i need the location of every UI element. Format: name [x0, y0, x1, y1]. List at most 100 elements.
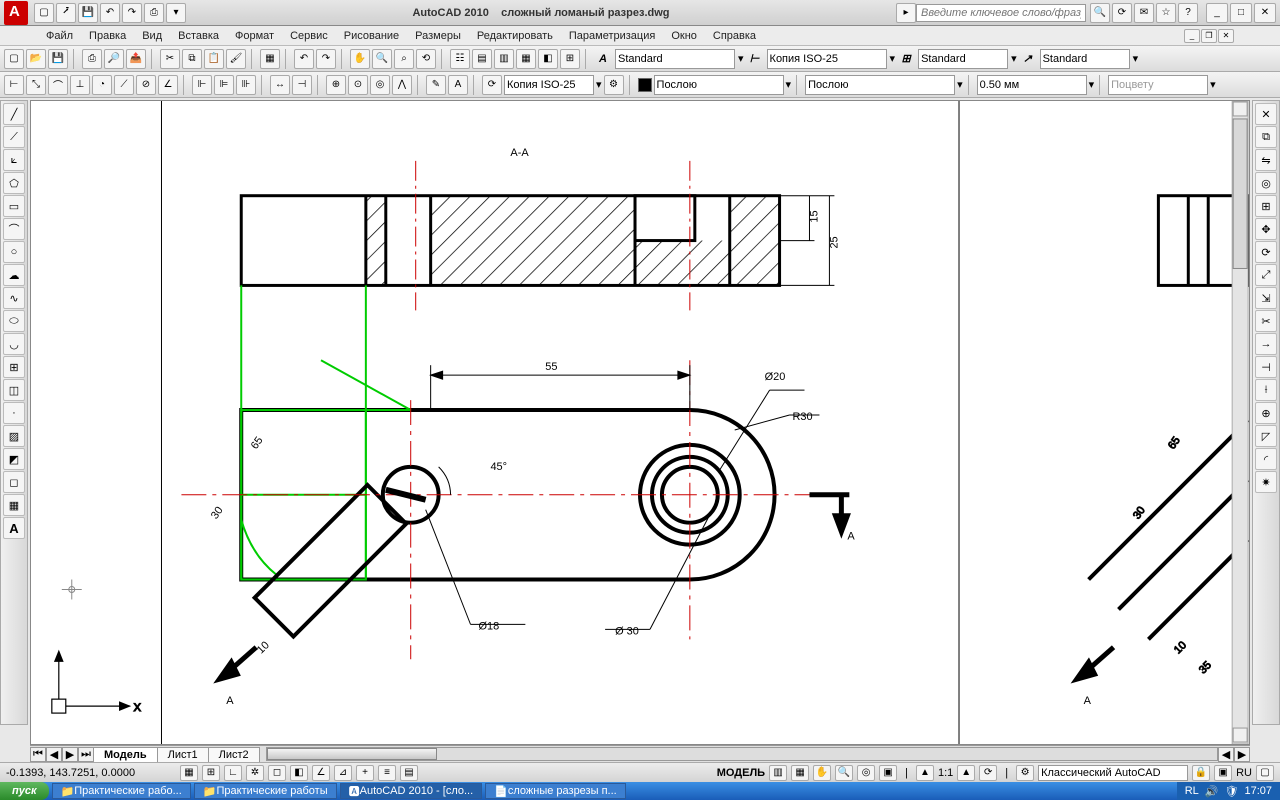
print-icon[interactable]: ⎙: [82, 49, 102, 69]
new-icon[interactable]: ▢: [4, 49, 24, 69]
spline-icon[interactable]: ∿: [3, 287, 25, 309]
layer-dd-icon[interactable]: ▾: [786, 78, 792, 91]
tab-first-icon[interactable]: ⏮: [30, 747, 46, 762]
ws-lock-icon[interactable]: 🔒: [1192, 765, 1210, 781]
offset-icon[interactable]: ◎: [1255, 172, 1277, 194]
dimradius-icon[interactable]: ◔: [92, 75, 112, 95]
qat-new-icon[interactable]: ▢: [34, 3, 54, 23]
preview-icon[interactable]: 🔎: [104, 49, 124, 69]
save-icon[interactable]: 💾: [48, 49, 68, 69]
paste-icon[interactable]: 📋: [204, 49, 224, 69]
menu-window[interactable]: Окно: [671, 30, 697, 42]
toolpalettes-icon[interactable]: ▥: [494, 49, 514, 69]
tray-lang[interactable]: RL: [1185, 785, 1199, 797]
menu-view[interactable]: Вид: [142, 30, 162, 42]
menu-service[interactable]: Сервис: [290, 30, 328, 42]
ellipse-icon[interactable]: ⬭: [3, 310, 25, 332]
qat-print-icon[interactable]: ⎙: [144, 3, 164, 23]
designcenter-icon[interactable]: ▤: [472, 49, 492, 69]
textstyle-dd-icon[interactable]: ▾: [738, 52, 744, 65]
dimjogged-icon[interactable]: ⟋: [114, 75, 134, 95]
favorites-icon[interactable]: ☆: [1156, 3, 1176, 23]
dimtedit-icon[interactable]: A: [448, 75, 468, 95]
qat-redo-icon[interactable]: ↷: [122, 3, 142, 23]
tablestyle-combo[interactable]: [918, 49, 1008, 69]
dimstyle-combo[interactable]: [767, 49, 887, 69]
showmotion-icon[interactable]: ▣: [879, 765, 897, 781]
taskbar-item-1[interactable]: 📁 Практические работы: [194, 783, 337, 799]
hscroll-thumb[interactable]: [267, 748, 437, 760]
mirror-icon[interactable]: ⇋: [1255, 149, 1277, 171]
doc-close-button[interactable]: ✕: [1218, 29, 1234, 43]
pan-status-icon[interactable]: ✋: [813, 765, 831, 781]
otrack-toggle[interactable]: ∠: [312, 765, 330, 781]
menu-format[interactable]: Формат: [235, 30, 274, 42]
subscription-icon[interactable]: ⟳: [1112, 3, 1132, 23]
tab-prev-icon[interactable]: ◀: [46, 747, 62, 762]
mleaderstyle-dd-icon[interactable]: ▾: [1133, 52, 1139, 65]
help-icon[interactable]: ?: [1178, 3, 1198, 23]
tab-layout1[interactable]: Лист1: [157, 747, 209, 762]
dimbaseline-icon[interactable]: ⊫: [214, 75, 234, 95]
calc-icon[interactable]: ⊞: [560, 49, 580, 69]
move-icon[interactable]: ✥: [1255, 218, 1277, 240]
lineweight-combo[interactable]: [977, 75, 1087, 95]
mleaderstyle-combo[interactable]: [1040, 49, 1130, 69]
undo-icon[interactable]: ↶: [294, 49, 314, 69]
dim-style-combo2[interactable]: [504, 75, 594, 95]
line-icon[interactable]: ╱: [3, 103, 25, 125]
dimjogline-icon[interactable]: ⋀: [392, 75, 412, 95]
revcloud-icon[interactable]: ☁: [3, 264, 25, 286]
gradient-icon[interactable]: ◩: [3, 448, 25, 470]
ducs-toggle[interactable]: ⊿: [334, 765, 352, 781]
vscroll-up[interactable]: [1233, 102, 1247, 116]
search-icon[interactable]: 🔍: [1090, 3, 1110, 23]
pan-icon[interactable]: ✋: [350, 49, 370, 69]
xline-icon[interactable]: ⟋: [3, 126, 25, 148]
search-arrow-icon[interactable]: ▸: [896, 3, 916, 23]
textstyle-icon[interactable]: A: [594, 50, 612, 68]
tab-next-icon[interactable]: ▶: [62, 747, 78, 762]
app-menu-button[interactable]: [4, 1, 28, 25]
lang-indicator[interactable]: RU: [1236, 767, 1252, 779]
hscroll-track[interactable]: [266, 747, 1218, 761]
quickview-drawings-icon[interactable]: ▦: [791, 765, 809, 781]
zoom-window-icon[interactable]: ⌕: [394, 49, 414, 69]
qdim-icon[interactable]: ⊩: [192, 75, 212, 95]
dimspace-icon[interactable]: ↔: [270, 75, 290, 95]
qat-more-icon[interactable]: ▾: [166, 3, 186, 23]
point-icon[interactable]: ·: [3, 402, 25, 424]
3dosnap-toggle[interactable]: ◧: [290, 765, 308, 781]
explode-icon[interactable]: ✷: [1255, 471, 1277, 493]
table-icon[interactable]: ▦: [3, 494, 25, 516]
dimedit-icon[interactable]: ✎: [426, 75, 446, 95]
vscroll-thumb[interactable]: [1233, 119, 1247, 269]
tab-last-icon[interactable]: ⏭: [78, 747, 94, 762]
taskbar-item-3[interactable]: 📄 сложные разрезы п...: [485, 783, 626, 799]
fillet-icon[interactable]: ◜: [1255, 448, 1277, 470]
close-button[interactable]: ✕: [1254, 3, 1276, 23]
vscroll-down[interactable]: [1233, 728, 1247, 742]
textstyle-combo[interactable]: [615, 49, 735, 69]
copy-icon[interactable]: ⧉: [182, 49, 202, 69]
block-icon[interactable]: ▦: [260, 49, 280, 69]
hscroll-right-icon[interactable]: ▶: [1234, 747, 1250, 762]
tolerance-icon[interactable]: ⊕: [326, 75, 346, 95]
tray-volume-icon[interactable]: 🔊: [1205, 785, 1219, 798]
dimcontinue-icon[interactable]: ⊪: [236, 75, 256, 95]
annotation-scale[interactable]: 1:1: [938, 767, 953, 779]
grid-toggle[interactable]: ⊞: [202, 765, 220, 781]
stretch-icon[interactable]: ⇲: [1255, 287, 1277, 309]
menu-edit[interactable]: Правка: [89, 30, 126, 42]
dimarc-icon[interactable]: ⌒: [48, 75, 68, 95]
properties-icon[interactable]: ☷: [450, 49, 470, 69]
mtext-icon[interactable]: A: [3, 517, 25, 539]
cleanscreen-icon[interactable]: ▢: [1256, 765, 1274, 781]
erase-icon[interactable]: ✕: [1255, 103, 1277, 125]
doc-minimize-button[interactable]: _: [1184, 29, 1200, 43]
menu-parametric[interactable]: Параметризация: [569, 30, 655, 42]
annoscale-icon[interactable]: ▲: [916, 765, 934, 781]
layer-combo[interactable]: [654, 75, 784, 95]
polar-toggle[interactable]: ✲: [246, 765, 264, 781]
ellipsearc-icon[interactable]: ◡: [3, 333, 25, 355]
